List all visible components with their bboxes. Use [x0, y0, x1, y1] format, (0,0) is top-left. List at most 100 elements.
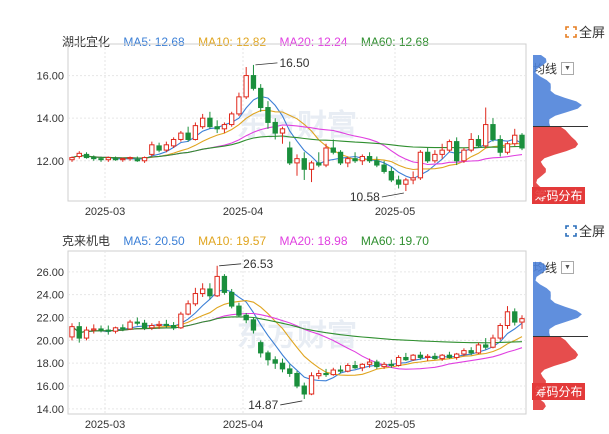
- candle-body: [229, 113, 235, 126]
- candle-body: [178, 132, 184, 140]
- low-label: 14.87: [248, 398, 278, 412]
- candle: [512, 128, 518, 146]
- candle-body: [272, 121, 278, 134]
- candle: [403, 352, 409, 361]
- candle-body: [366, 361, 373, 365]
- candlestick-chart-2: 26.00 24.00 22.00 20.00 18.00 16.00 14.00 2025-…: [36, 250, 588, 431]
- candle: [105, 325, 111, 335]
- candle: [519, 133, 525, 151]
- high-marker-line: [219, 263, 242, 267]
- candle-body: [163, 144, 170, 151]
- candle-body: [112, 327, 119, 332]
- candle-body: [221, 275, 228, 293]
- candle: [475, 135, 482, 148]
- candle-body: [337, 151, 344, 164]
- candle-body: [134, 159, 140, 162]
- candle: [185, 126, 191, 142]
- candle-body: [388, 363, 395, 366]
- candle-body: [163, 323, 170, 327]
- x-tick-label: 2025-04: [223, 206, 263, 217]
- candle: [156, 142, 162, 153]
- candle: [345, 363, 351, 373]
- candle: [250, 64, 257, 91]
- candle-body: [243, 314, 249, 321]
- candle: [127, 319, 133, 331]
- y-tick-label: 18.00: [36, 358, 64, 370]
- candle: [468, 133, 474, 153]
- candle-body: [483, 344, 489, 348]
- candle-body: [258, 342, 264, 354]
- candle-body: [98, 328, 104, 331]
- candle-body: [461, 350, 467, 355]
- high-marker-line: [255, 62, 278, 66]
- candle-body: [352, 158, 358, 162]
- candle: [316, 152, 322, 168]
- candle: [214, 120, 220, 134]
- candle: [207, 111, 213, 129]
- candle-body: [381, 164, 387, 172]
- candle-body: [214, 275, 220, 297]
- candle-body: [424, 151, 431, 162]
- chip-distribution-red: [533, 336, 579, 410]
- candle-body: [374, 160, 380, 166]
- candle-body: [250, 75, 257, 89]
- candle: [199, 113, 206, 129]
- candle-body: [69, 157, 75, 161]
- candle-body: [98, 158, 104, 161]
- candle-body: [410, 354, 416, 361]
- candle-body: [316, 372, 322, 377]
- candle-body: [207, 288, 213, 297]
- candle-body: [388, 170, 395, 181]
- candle: [388, 167, 395, 183]
- candle: [236, 302, 242, 318]
- candle: [134, 317, 140, 326]
- y-tick-label: 12.00: [36, 156, 64, 168]
- candle-body: [294, 158, 300, 164]
- candle-body: [105, 329, 111, 332]
- candle: [287, 141, 293, 166]
- candle: [366, 152, 373, 163]
- candle: [76, 151, 82, 159]
- candle-body: [323, 372, 329, 376]
- candle-body: [120, 158, 126, 161]
- candle-body: [141, 157, 148, 162]
- candle: [258, 84, 264, 112]
- high-label: 26.53: [243, 257, 273, 271]
- candle-body: [359, 363, 366, 369]
- candle: [301, 382, 307, 399]
- candle: [279, 358, 286, 373]
- low-marker-line: [381, 192, 404, 198]
- candle-body: [192, 293, 199, 305]
- candle: [352, 360, 358, 369]
- candle: [359, 154, 366, 166]
- candle-body: [308, 375, 315, 395]
- candle-body: [149, 325, 155, 329]
- candle-body: [199, 288, 206, 295]
- candle-body: [105, 157, 111, 161]
- candle: [461, 148, 467, 163]
- candle: [337, 150, 344, 166]
- candle-body: [250, 319, 257, 331]
- candle: [446, 139, 453, 153]
- candle: [141, 156, 148, 163]
- chip-distribution-blue: [533, 55, 582, 127]
- candle: [374, 359, 380, 369]
- candle: [395, 355, 402, 367]
- candle-body: [403, 356, 409, 361]
- candle-body: [149, 144, 155, 155]
- candle: [424, 354, 431, 361]
- candle-body: [490, 337, 496, 348]
- candle-body: [417, 151, 424, 179]
- low-label: 10.58: [350, 190, 380, 204]
- candle-body: [345, 158, 351, 164]
- candle-body: [374, 361, 380, 368]
- candle-body: [512, 134, 518, 145]
- x-tick-label: 2025-04: [223, 419, 263, 431]
- candle-body: [83, 329, 90, 339]
- candle: [439, 143, 445, 159]
- candle-body: [112, 158, 119, 161]
- candle-body: [279, 362, 286, 370]
- candle-body: [279, 128, 286, 134]
- candle-body: [454, 353, 460, 358]
- y-tick-label: 16.00: [36, 381, 64, 393]
